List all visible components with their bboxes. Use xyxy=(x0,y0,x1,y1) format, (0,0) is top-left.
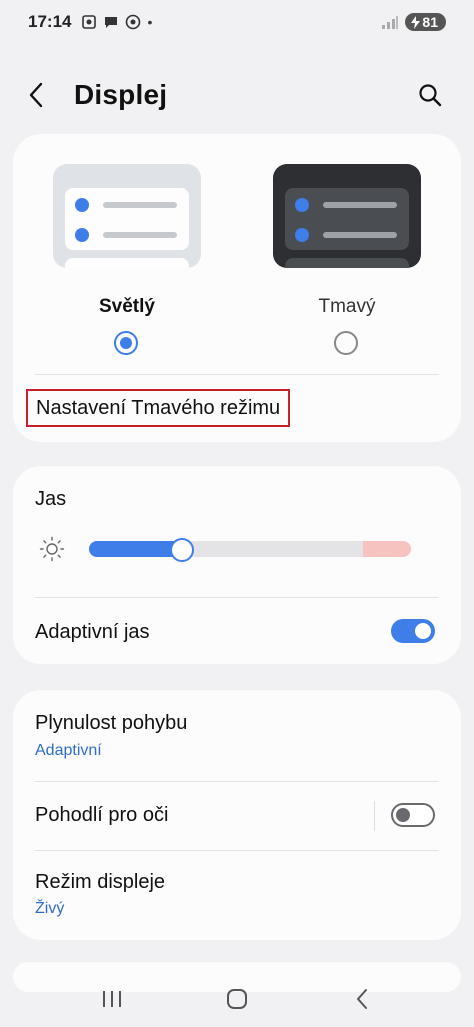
preview-dot xyxy=(75,198,89,212)
divider xyxy=(35,597,439,598)
preview-dot xyxy=(295,198,309,212)
dark-mode-label: Tmavý xyxy=(318,296,376,317)
status-bar: 17:14 • 81 xyxy=(0,0,474,44)
preview-line xyxy=(103,202,177,208)
home-button[interactable] xyxy=(217,979,257,1019)
back-button[interactable] xyxy=(28,75,60,115)
display-options-card: Plynulost pohybu Adaptivní Pohodlí pro o… xyxy=(13,690,461,940)
search-icon xyxy=(419,84,442,107)
brightness-label: Jas xyxy=(35,488,67,510)
preview-dot xyxy=(295,228,309,242)
light-preview-panel xyxy=(65,188,189,250)
motion-smoothness-label: Plynulost pohybu xyxy=(35,712,188,734)
divider xyxy=(35,374,439,375)
adaptive-brightness-toggle[interactable] xyxy=(391,619,435,643)
light-mode-radio[interactable] xyxy=(114,331,138,355)
brightness-card: Jas Adaptivní jas xyxy=(13,466,461,664)
notification-icons: • xyxy=(81,14,152,30)
motion-smoothness-item[interactable]: Plynulost pohybu Adaptivní xyxy=(13,690,461,780)
light-preview-bottom xyxy=(65,258,189,268)
preview-line xyxy=(323,232,397,238)
app-header: Displej xyxy=(0,62,474,128)
preview-dot xyxy=(75,228,89,242)
recent-apps-button[interactable] xyxy=(92,979,132,1019)
status-time: 17:14 xyxy=(28,12,72,31)
back-nav-icon xyxy=(356,988,367,1009)
adaptive-brightness-label: Adaptivní jas xyxy=(35,621,150,643)
brightness-high-zone xyxy=(363,541,411,557)
home-icon xyxy=(226,988,247,1009)
navigation-bar xyxy=(0,970,474,1027)
preview-line xyxy=(103,232,177,238)
light-mode-label: Světlý xyxy=(99,296,155,317)
screen-mode-item[interactable]: Režim displeje Živý xyxy=(13,851,461,940)
more-notifications-dot: • xyxy=(147,14,153,30)
motion-smoothness-value: Adaptivní xyxy=(35,742,102,759)
eye-comfort-label[interactable]: Pohodlí pro oči xyxy=(35,804,168,827)
search-button[interactable] xyxy=(412,77,448,113)
back-arrow-icon xyxy=(29,82,43,108)
vertical-separator xyxy=(374,801,375,831)
page-title: Displej xyxy=(74,79,168,110)
dark-preview-bottom xyxy=(285,258,409,268)
dark-mode-radio[interactable] xyxy=(334,331,358,355)
dark-mode-preview[interactable] xyxy=(273,164,421,268)
dark-preview-panel xyxy=(285,188,409,250)
theme-card: Světlý Tmavý Nastavení Tmavého režimu xyxy=(13,134,461,442)
charging-icon xyxy=(411,15,421,29)
dark-mode-settings-item[interactable]: Nastavení Tmavého režimu xyxy=(26,389,291,427)
chat-icon xyxy=(105,17,118,28)
preview-line xyxy=(323,202,397,208)
battery-level: 81 xyxy=(422,14,438,30)
recent-apps-icon xyxy=(103,990,122,1007)
signal-icon xyxy=(382,16,399,29)
light-mode-preview[interactable] xyxy=(53,164,201,268)
screen-mode-label: Režim displeje xyxy=(35,871,166,893)
brightness-slider-fill xyxy=(89,541,183,557)
brightness-slider-track[interactable] xyxy=(89,541,411,557)
battery-indicator: 81 xyxy=(405,13,446,31)
brightness-slider-thumb[interactable] xyxy=(170,538,195,562)
back-nav-button[interactable] xyxy=(342,979,382,1019)
eye-comfort-toggle[interactable] xyxy=(391,803,435,827)
screen-mode-value: Živý xyxy=(35,900,65,917)
app-icon xyxy=(126,14,141,30)
screenshot-icon xyxy=(82,15,97,29)
toggle-knob xyxy=(415,623,431,639)
sun-icon xyxy=(39,536,65,562)
toggle-knob xyxy=(396,808,410,822)
divider xyxy=(35,781,439,782)
